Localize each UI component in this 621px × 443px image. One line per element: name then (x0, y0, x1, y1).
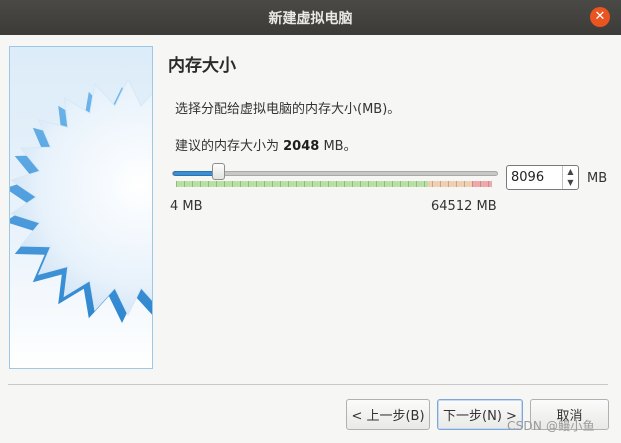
recommended-value: 2048 (283, 139, 320, 154)
close-icon[interactable]: ✕ (590, 7, 610, 27)
watermark: CSDN @鳗小鱼 (507, 419, 595, 433)
memory-unit-label: MB (587, 171, 608, 186)
spin-buttons: ▲ ▼ (562, 166, 578, 189)
window-title: 新建虚拟电脑 (268, 10, 353, 27)
memory-description: 选择分配给虚拟电脑的内存大小(MB)。 (175, 102, 401, 117)
slider-ticks (176, 181, 492, 187)
recommend-suffix: MB。 (319, 139, 357, 154)
button-divider (8, 384, 608, 385)
max-memory-label: 64512 MB (431, 199, 497, 214)
wizard-dialog: 内存大小 选择分配给虚拟电脑的内存大小(MB)。 建议的内存大小为 2048 M… (0, 35, 621, 443)
starburst-illustration (10, 77, 152, 323)
spin-down-icon[interactable]: ▼ (563, 178, 578, 190)
recommended-memory-text: 建议的内存大小为 2048 MB。 (175, 135, 357, 154)
memory-input[interactable] (507, 166, 562, 189)
spin-up-icon[interactable]: ▲ (563, 166, 578, 178)
page-title: 内存大小 (168, 56, 236, 76)
title-bar: 新建虚拟电脑 ✕ (0, 0, 621, 35)
memory-slider-thumb[interactable] (212, 163, 225, 180)
memory-spinbox[interactable]: ▲ ▼ (506, 165, 579, 190)
min-memory-label: 4 MB (170, 199, 203, 214)
wizard-side-image (9, 46, 153, 369)
recommend-prefix: 建议的内存大小为 (175, 139, 284, 154)
back-button[interactable]: < 上一步(B) (346, 399, 430, 430)
